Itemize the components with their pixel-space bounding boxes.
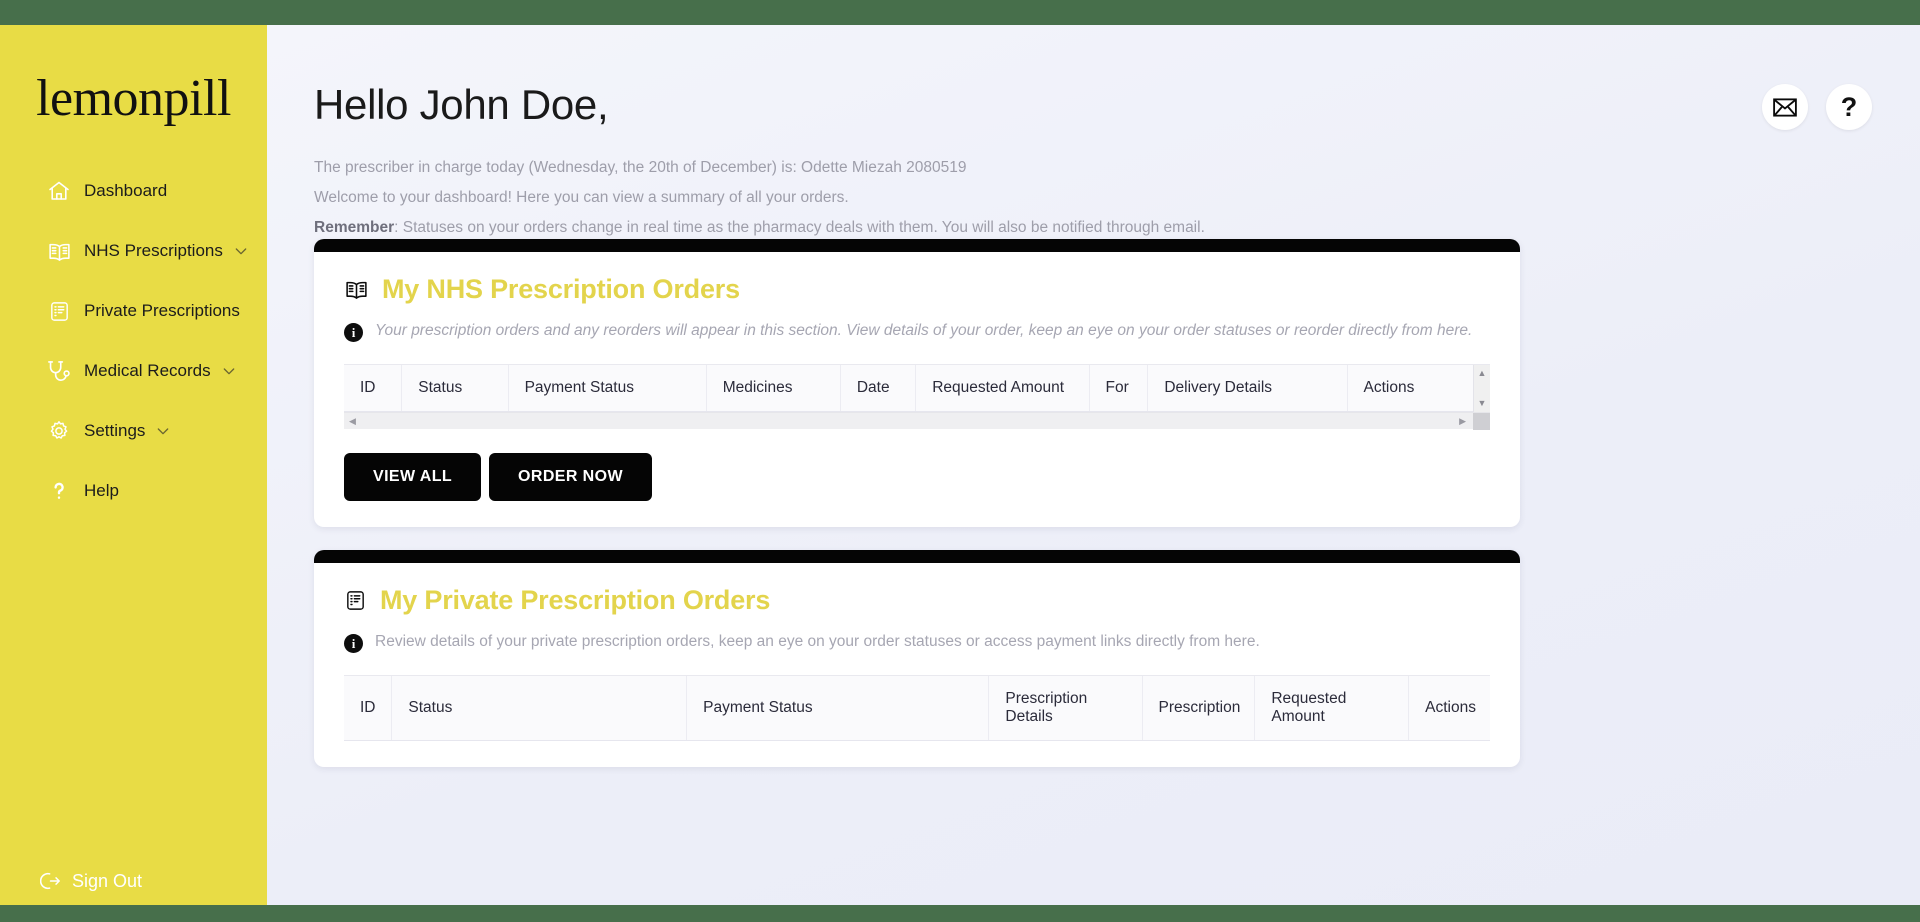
nhs-card-note-row: i Your prescription orders and any reord… (344, 322, 1490, 342)
nhs-card-title: My NHS Prescription Orders (382, 274, 740, 304)
column-header-actions[interactable]: Actions (1347, 365, 1473, 412)
app-logo[interactable]: lemonpill (0, 73, 267, 125)
view-all-button[interactable]: VIEW ALL (344, 453, 482, 501)
gear-icon (46, 418, 72, 444)
sidebar: lemonpill Dashboard NHS Prescriptions Pr… (0, 25, 267, 905)
private-card-title: My Private Prescription Orders (380, 585, 771, 615)
column-header-delivery-details[interactable]: Delivery Details (1147, 365, 1348, 412)
column-header-prescription[interactable]: Prescription (1142, 676, 1256, 741)
sidebar-item-private-prescriptions[interactable]: Private Prescriptions (0, 281, 267, 341)
sign-out-label: Sign Out (72, 870, 143, 891)
nhs-prescription-orders-card: My NHS Prescription Orders i Your prescr… (314, 239, 1520, 527)
question-mark-icon (46, 478, 72, 504)
chevron-down-icon[interactable] (155, 423, 171, 439)
order-now-button[interactable]: ORDER NOW (489, 453, 652, 501)
scroll-down-icon[interactable]: ▼ (1478, 399, 1487, 408)
nhs-table-wrapper: ID Status Payment Status Medicines Date … (344, 364, 1490, 430)
private-table-wrapper: ID Status Payment Status Prescription De… (344, 675, 1490, 741)
nhs-table-vertical-scrollbar[interactable]: ▲ ▼ (1473, 365, 1490, 412)
sidebar-item-label: Private Prescriptions (84, 301, 240, 320)
app-window: lemonpill Dashboard NHS Prescriptions Pr… (0, 0, 1920, 922)
column-header-date[interactable]: Date (840, 365, 917, 412)
column-header-medicines[interactable]: Medicines (706, 365, 841, 412)
nhs-table-header-row: ID Status Payment Status Medicines Date … (344, 365, 1473, 412)
nhs-card-actions: VIEW ALL ORDER NOW (344, 453, 1490, 501)
nhs-table-horizontal-scrollbar[interactable]: ◀ ▶ (344, 412, 1490, 430)
nhs-card-note: Your prescription orders and any reorder… (375, 322, 1473, 339)
header-actions: ? (1762, 84, 1872, 130)
column-header-requested-amount[interactable]: Requested Amount (1254, 676, 1410, 741)
sidebar-item-label: Medical Records (84, 361, 211, 380)
sign-out-button[interactable]: Sign Out (0, 869, 267, 893)
column-header-actions[interactable]: Actions (1408, 676, 1490, 741)
sidebar-item-dashboard[interactable]: Dashboard (0, 161, 267, 221)
private-orders-table: ID Status Payment Status Prescription De… (344, 676, 1490, 741)
dashboard-intro: The prescriber in charge today (Wednesda… (314, 153, 1514, 243)
column-header-payment-status[interactable]: Payment Status (508, 365, 707, 412)
remember-text: : Statuses on your orders change in real… (394, 219, 1205, 236)
envelope-icon (1773, 97, 1797, 117)
prescriber-line: The prescriber in charge today (Wednesda… (314, 159, 967, 176)
sidebar-item-label: Help (84, 481, 119, 500)
sidebar-item-settings[interactable]: Settings (0, 401, 267, 461)
sidebar-nav: Dashboard NHS Prescriptions Private Pres… (0, 161, 267, 521)
column-header-requested-amount[interactable]: Requested Amount (915, 365, 1090, 412)
chevron-down-icon[interactable] (221, 363, 237, 379)
info-icon: i (344, 323, 363, 342)
scroll-right-icon[interactable]: ▶ (1459, 416, 1466, 426)
stethoscope-icon (46, 358, 72, 384)
private-card-title-row: My Private Prescription Orders (344, 585, 1490, 616)
help-button[interactable]: ? (1826, 84, 1872, 130)
private-table-header-row: ID Status Payment Status Prescription De… (344, 676, 1490, 741)
remember-label: Remember (314, 219, 395, 236)
card-top-bar (314, 239, 1520, 252)
sidebar-item-help[interactable]: Help (0, 461, 267, 521)
card-top-bar (314, 550, 1520, 563)
document-icon (344, 589, 367, 612)
scrollbar-corner (1473, 413, 1490, 430)
page-title: Hello John Doe, (314, 81, 609, 128)
private-card-note: Review details of your private prescript… (375, 633, 1260, 650)
column-header-status[interactable]: Status (401, 365, 509, 412)
logout-icon (40, 869, 64, 893)
column-header-payment-status[interactable]: Payment Status (686, 676, 990, 741)
sidebar-item-label: NHS Prescriptions (84, 241, 223, 260)
chevron-down-icon[interactable] (233, 243, 249, 259)
sidebar-item-label: Settings (84, 421, 146, 440)
main-content: ? Hello John Doe, The prescriber in char… (267, 25, 1920, 905)
column-header-id[interactable]: ID (344, 365, 403, 412)
sidebar-item-label: Dashboard (84, 181, 168, 200)
private-card-note-row: i Review details of your private prescri… (344, 633, 1490, 653)
nhs-orders-table: ID Status Payment Status Medicines Date … (344, 365, 1473, 412)
nhs-card-title-row: My NHS Prescription Orders (344, 274, 1490, 305)
home-icon (46, 178, 72, 204)
document-icon (46, 298, 72, 324)
column-header-for[interactable]: For (1089, 365, 1149, 412)
welcome-line: Welcome to your dashboard! Here you can … (314, 189, 849, 206)
question-mark-icon: ? (1840, 91, 1858, 122)
column-header-id[interactable]: ID (344, 676, 393, 741)
column-header-status[interactable]: Status (391, 676, 688, 741)
messages-button[interactable] (1762, 84, 1808, 130)
scroll-up-icon[interactable]: ▲ (1478, 369, 1487, 378)
open-book-icon (344, 277, 369, 302)
private-prescription-orders-card: My Private Prescription Orders i Review … (314, 550, 1520, 767)
info-icon: i (344, 634, 363, 653)
scroll-left-icon[interactable]: ◀ (349, 416, 356, 426)
open-book-icon (46, 238, 72, 264)
sidebar-item-medical-records[interactable]: Medical Records (0, 341, 267, 401)
sidebar-item-nhs-prescriptions[interactable]: NHS Prescriptions (0, 221, 267, 281)
column-header-prescription-details[interactable]: Prescription Details (988, 676, 1143, 741)
